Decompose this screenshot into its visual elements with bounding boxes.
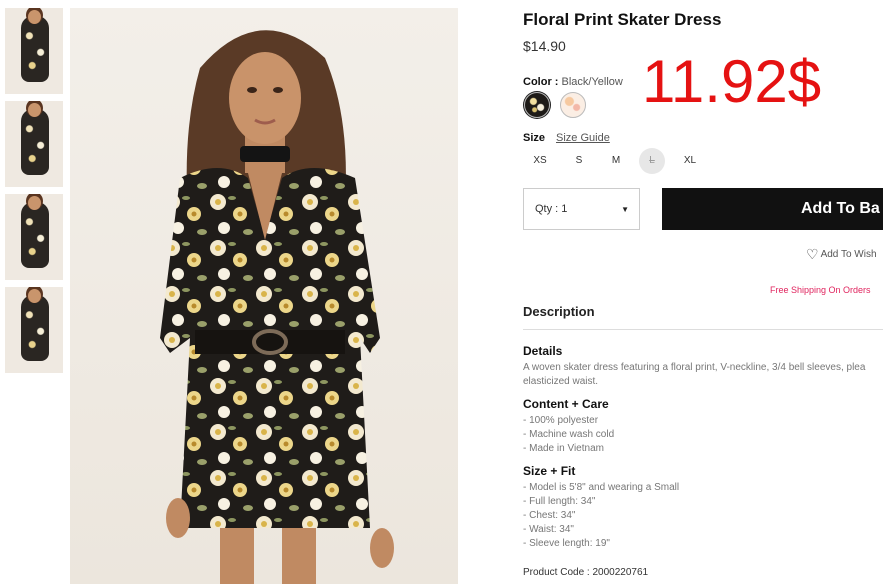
description-heading: Description: [523, 304, 595, 319]
add-to-bag-label: Add To Ba: [801, 200, 880, 217]
color-swatch-alt[interactable]: [560, 92, 586, 118]
details-heading: Details: [523, 344, 563, 358]
quantity-value: Qty : 1: [535, 203, 568, 215]
size-label: Size: [523, 132, 546, 144]
heart-icon: ♡: [806, 246, 819, 262]
list-item: - Model is 5'8" and wearing a Small: [523, 482, 680, 493]
thumbnail-1[interactable]: [5, 8, 63, 94]
add-to-wishlist-link[interactable]: ♡ Add To Wish: [806, 246, 877, 263]
product-title: Floral Print Skater Dress: [523, 10, 722, 29]
thumbnail-head: [28, 289, 41, 303]
divider: [523, 329, 883, 330]
promo-price-overlay: 11.92$: [642, 48, 822, 115]
product-code: Product Code : 2000220761: [523, 567, 649, 578]
details-text-line-2: elasticized waist.: [523, 376, 599, 387]
free-shipping-notice: Free Shipping On Orders: [770, 285, 871, 295]
size-fit-heading: Size + Fit: [523, 464, 576, 478]
list-item: - Sleeve length: 19": [523, 538, 610, 549]
size-option-s[interactable]: S: [566, 148, 592, 174]
thumbnail-head: [28, 103, 41, 117]
thumbnail-image: [21, 202, 49, 268]
thumbnail-4[interactable]: [5, 287, 63, 373]
thumbnail-image: [21, 295, 49, 361]
details-text-line-1: A woven skater dress featuring a floral …: [523, 362, 866, 373]
list-item: - Chest: 34": [523, 510, 576, 521]
caret-down-icon: ▼: [621, 205, 629, 214]
thumbnail-head: [28, 196, 41, 210]
list-item: - Machine wash cold: [523, 429, 615, 440]
size-fit-list: - Model is 5'8" and wearing a Small - Fu…: [523, 481, 679, 551]
thumbnail-list: [5, 8, 63, 380]
list-item: - Full length: 34": [523, 496, 596, 507]
add-to-bag-button[interactable]: Add To Ba: [662, 188, 883, 230]
quantity-select[interactable]: Qty : 1 ▼: [523, 188, 640, 230]
size-guide-link[interactable]: Size Guide: [556, 132, 610, 144]
size-option-m[interactable]: M: [603, 148, 629, 174]
list-item: - Made in Vietnam: [523, 443, 604, 454]
product-price: $14.90: [523, 38, 566, 54]
thumbnail-2[interactable]: [5, 101, 63, 187]
list-item: - Waist: 34": [523, 524, 574, 535]
color-label-text: Color :: [523, 76, 559, 88]
model-illustration: [160, 30, 394, 584]
content-care-heading: Content + Care: [523, 397, 609, 411]
color-value: Black/Yellow: [561, 76, 623, 88]
thumbnail-head: [28, 10, 41, 24]
thumbnail-image: [21, 16, 49, 82]
color-swatch-black-yellow[interactable]: [524, 92, 550, 118]
size-option-xl[interactable]: XL: [677, 148, 703, 174]
list-item: - 100% polyester: [523, 415, 599, 426]
size-option-xs[interactable]: XS: [527, 148, 553, 174]
content-care-list: - 100% polyester - Machine wash cold - M…: [523, 414, 614, 456]
main-product-image[interactable]: [70, 8, 458, 584]
color-label: Color : Black/Yellow: [523, 76, 623, 88]
thumbnail-3[interactable]: [5, 194, 63, 280]
size-option-l[interactable]: L: [639, 148, 665, 174]
thumbnail-image: [21, 109, 49, 175]
wishlist-label: Add To Wish: [820, 249, 877, 260]
